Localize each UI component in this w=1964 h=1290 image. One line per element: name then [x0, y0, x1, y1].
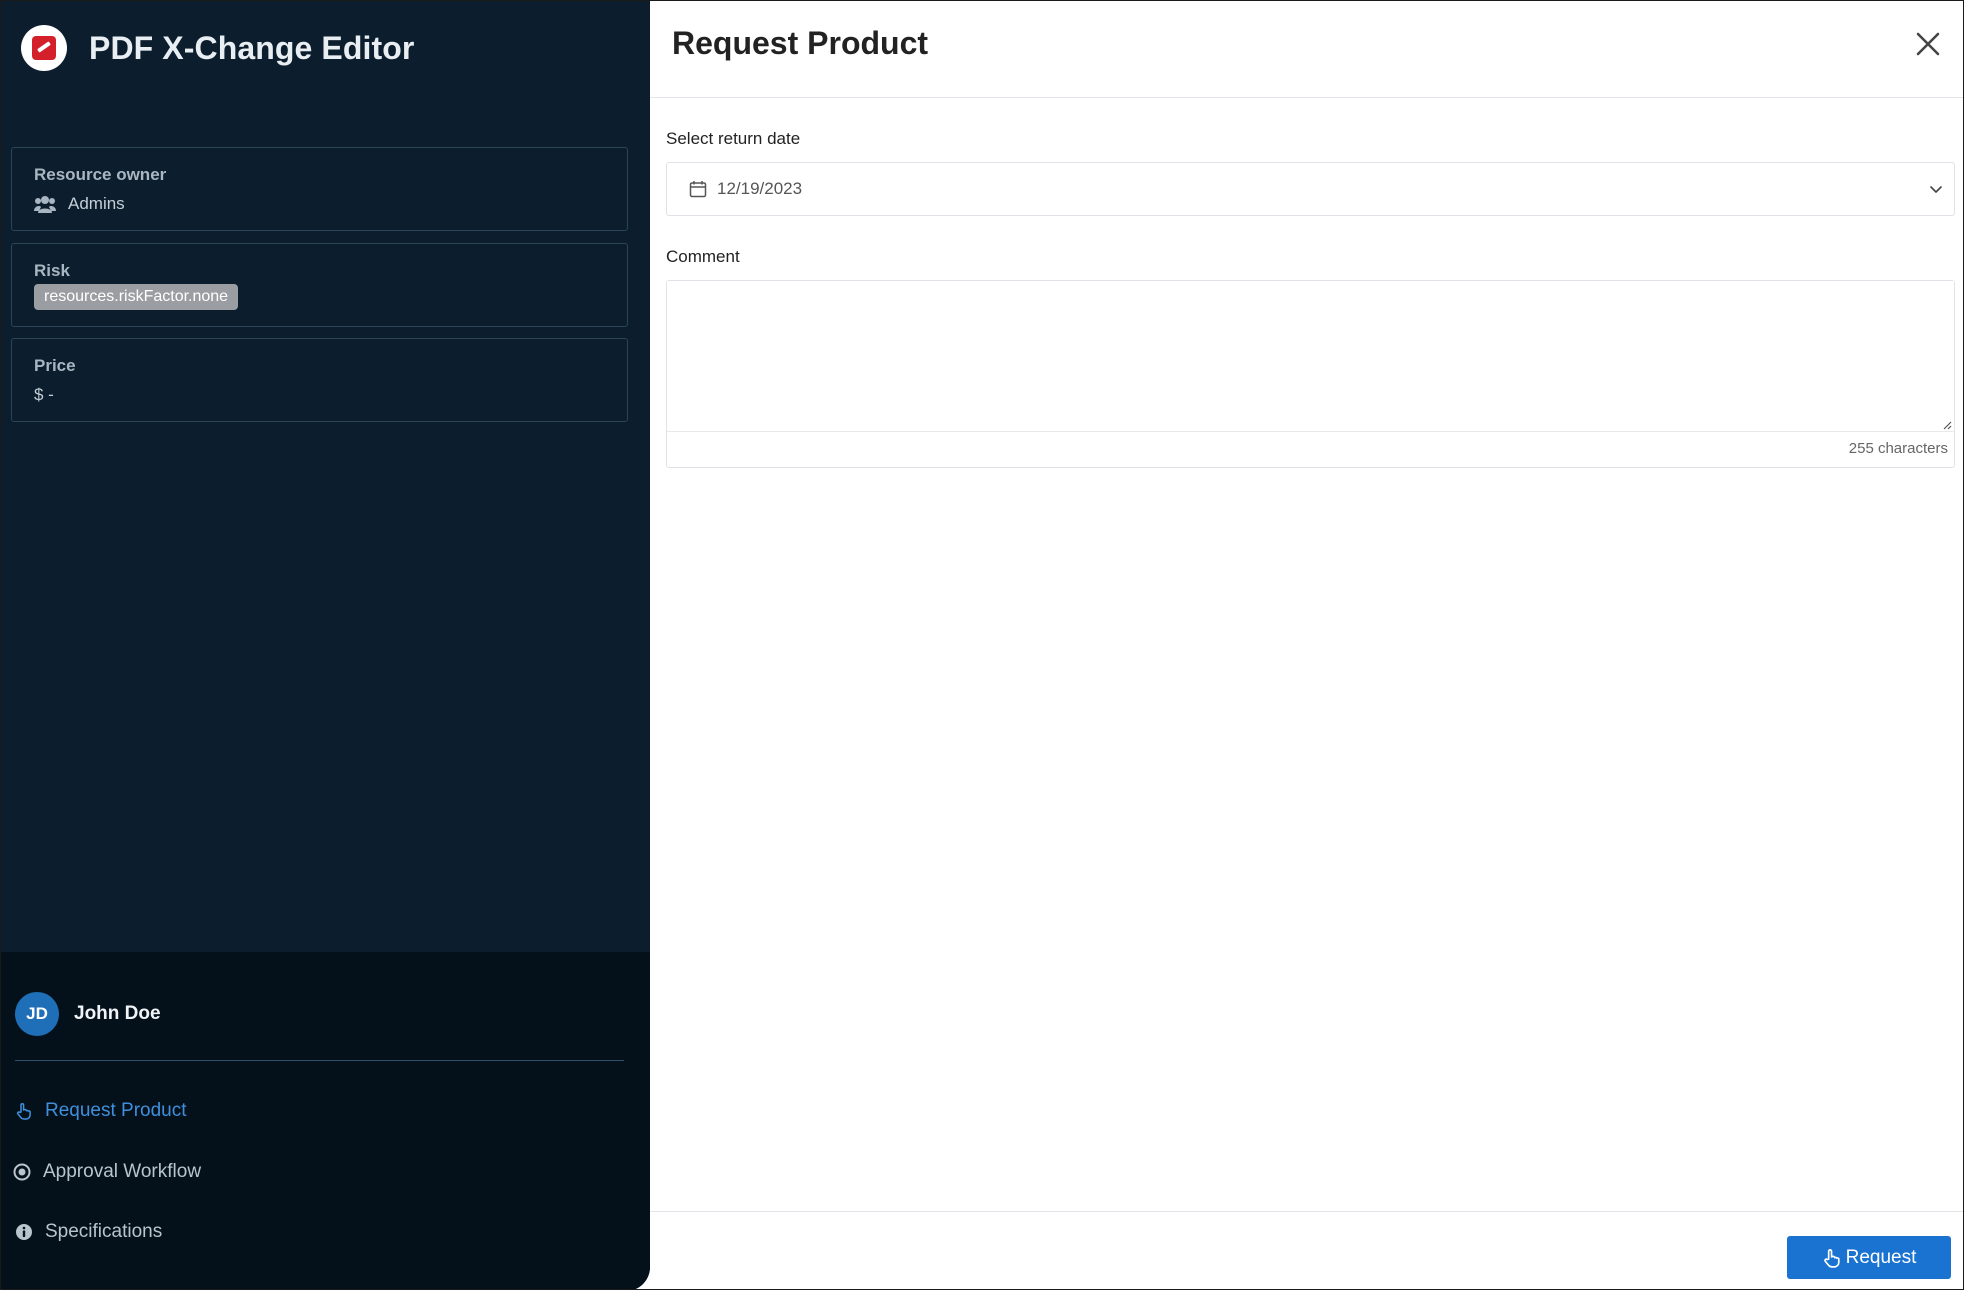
resource-owner-value-row: Admins [34, 194, 125, 214]
comment-label: Comment [666, 247, 740, 266]
avatar: JD [15, 992, 59, 1036]
dialog-header: Request Product [650, 1, 1963, 98]
calendar-icon [689, 181, 707, 198]
app-window: PDF X-Change Editor Resource owner Admin… [0, 0, 1964, 1290]
request-button-label: Request [1845, 1246, 1917, 1268]
close-icon[interactable] [1915, 31, 1941, 57]
nav-item-approval-workflow[interactable]: Approval Workflow [13, 1161, 201, 1183]
return-date-value: 12/19/2023 [717, 179, 803, 198]
nav-item-label: Request Product [45, 1100, 187, 1121]
nav-item-label: Specifications [45, 1221, 163, 1242]
risk-badge: resources.riskFactor.none [34, 284, 239, 310]
risk-value-row: resources.riskFactor.none [34, 284, 239, 310]
hand-pointer-icon [15, 1102, 33, 1120]
product-details-section [1, 1, 650, 952]
users-icon [34, 196, 56, 213]
resize-handle-icon[interactable] [1942, 420, 1952, 430]
hand-pointer-icon [1823, 1248, 1840, 1268]
price-card: Price $ - [11, 338, 628, 422]
risk-card: Risk resources.riskFactor.none [11, 243, 628, 327]
divider [15, 1060, 624, 1061]
resource-owner-card: Resource owner Admins [11, 147, 628, 231]
comment-box: 255 characters [666, 280, 1955, 468]
comment-input[interactable] [667, 281, 1954, 432]
current-user: JD John Doe [15, 992, 161, 1036]
price-value: $ - [34, 385, 54, 404]
dialog-title: Request Product [672, 25, 929, 61]
target-circle-icon [13, 1163, 31, 1181]
user-name: John Doe [74, 1003, 161, 1024]
request-button[interactable]: Request [1787, 1236, 1951, 1279]
character-counter: 255 characters [1848, 440, 1948, 457]
app-logo-icon [21, 25, 67, 71]
brand: PDF X-Change Editor [21, 25, 414, 71]
risk-label: Risk [34, 261, 70, 280]
return-date-label: Select return date [666, 129, 801, 148]
app-title: PDF X-Change Editor [89, 29, 415, 66]
resource-owner-value: Admins [68, 194, 125, 213]
price-label: Price [34, 356, 76, 375]
dialog-footer: Request [650, 1211, 1963, 1289]
info-circle-icon [15, 1223, 33, 1241]
nav-item-label: Approval Workflow [43, 1161, 202, 1182]
nav-item-request-product[interactable]: Request Product [15, 1100, 187, 1122]
resource-owner-label: Resource owner [34, 165, 167, 184]
return-date-picker[interactable]: 12/19/2023 [666, 162, 1955, 216]
chevron-down-icon[interactable] [1928, 181, 1944, 197]
nav-item-specifications[interactable]: Specifications [15, 1221, 162, 1243]
product-sidebar: PDF X-Change Editor Resource owner Admin… [1, 1, 650, 1289]
request-dialog: Request Product Select return date 12/19… [650, 1, 1963, 1289]
